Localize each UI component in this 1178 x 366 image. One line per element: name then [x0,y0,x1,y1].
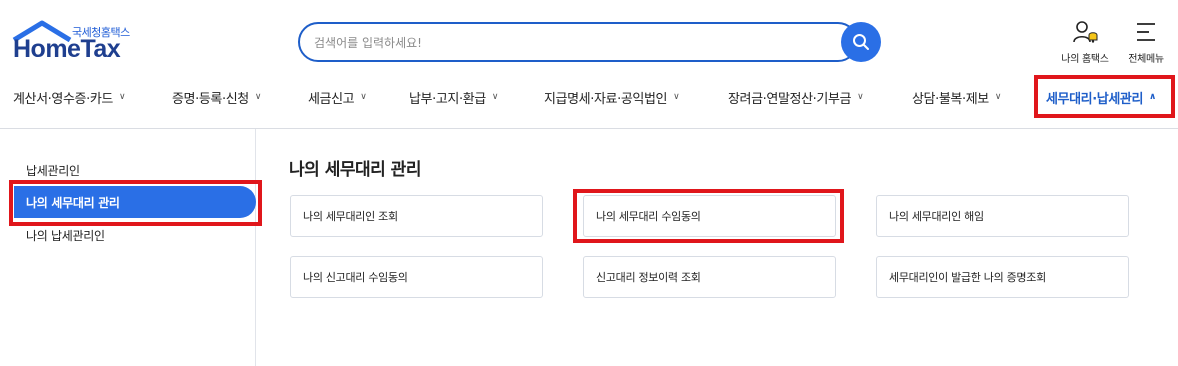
nav-item-payment-statement[interactable]: 지급명세·자료·공익법인 ∨ [544,80,680,114]
card-agent-issued-certificate[interactable]: 세무대리인이 발급한 나의 증명조회 [876,256,1129,298]
chevron-down-icon: ∨ [360,92,367,102]
nav-label: 계산서·영수증·카드 [13,91,113,107]
nav-item-invoice[interactable]: 계산서·영수증·카드 ∨ [13,80,126,114]
search-bar [298,22,881,62]
nav-item-consultation[interactable]: 상담·불복·제보 ∨ [912,80,1001,114]
card-label: 나의 세무대리인 조회 [303,210,398,223]
sidebar-item-label: 나의 세무대리 관리 [26,195,120,210]
my-hometax-label: 나의 홈택스 [1061,54,1109,65]
chevron-down-icon: ∨ [673,92,680,102]
card-label: 세무대리인이 발급한 나의 증명조회 [889,271,1046,284]
sidebar-item-my-tax-manager[interactable]: 나의 납세관리인 [26,227,105,244]
nav-label: 세무대리·납세관리 [1046,91,1144,107]
chevron-down-icon: ∨ [994,92,1002,102]
card-label: 나의 세무대리 수임동의 [596,210,701,223]
hamburger-menu-icon [1137,23,1155,41]
card-label: 나의 세무대리인 해임 [889,210,984,223]
chevron-down-icon: ∨ [254,92,262,102]
nav-item-certificates[interactable]: 증명·등록·신청 ∨ [172,80,261,114]
sidebar-item-tax-manager[interactable]: 납세관리인 [26,162,80,179]
card-agent-dismissal[interactable]: 나의 세무대리인 해임 [876,195,1129,237]
nav-label: 증명·등록·신청 [172,91,249,107]
search-icon [853,34,869,50]
card-label: 나의 신고대리 수임동의 [303,271,408,284]
nav-item-incentives[interactable]: 장려금·연말정산·기부금 ∨ [728,80,864,114]
chevron-down-icon: ∨ [857,92,864,102]
user-bell-icon [1073,21,1098,43]
card-agent-inquiry[interactable]: 나의 세무대리인 조회 [290,195,543,237]
search-input[interactable] [314,34,834,52]
hometax-page: 국세청홈택스 HomeTax 나의 홈택스 전체메뉴 [0,0,1178,366]
nav-item-tax-agent[interactable]: 세무대리·납세관리 ∧ [1046,80,1156,114]
card-label: 신고대리 정보이력 조회 [596,271,701,284]
all-menu-button[interactable]: 전체메뉴 [1116,20,1176,65]
nav-item-payment[interactable]: 납부·고지·환급 ∨ [409,80,498,114]
chevron-down-icon: ∨ [118,92,126,102]
hometax-logo[interactable]: 국세청홈택스 HomeTax [12,20,142,64]
nav-label: 장려금·연말정산·기부금 [728,91,852,107]
search-box [298,22,858,62]
card-agent-consent[interactable]: 나의 세무대리 수임동의 [583,195,836,237]
sidebar-item-my-tax-agent[interactable]: 나의 세무대리 관리 [14,186,256,218]
main-nav: 계산서·영수증·카드 ∨ 증명·등록·신청 ∨ 세금신고 ∨ 납부·고지·환급 ∨ 지급… [0,80,1178,114]
all-menu-label: 전체메뉴 [1128,54,1164,65]
search-button[interactable] [841,22,881,62]
nav-label: 상담·불복·제보 [912,91,989,107]
chevron-down-icon: ∨ [491,92,499,102]
card-report-agent-history[interactable]: 신고대리 정보이력 조회 [583,256,836,298]
nav-label: 지급명세·자료·공익법인 [544,91,668,107]
nav-label: 세금신고 [308,91,355,107]
my-hometax-button[interactable]: 나의 홈택스 [1055,20,1115,65]
logo-english-text: HomeTax [13,35,121,63]
nav-item-tax-report[interactable]: 세금신고 ∨ [308,80,367,114]
page-title: 나의 세무대리 관리 [289,160,421,180]
card-report-agent-consent[interactable]: 나의 신고대리 수임동의 [290,256,543,298]
nav-label: 납부·고지·환급 [409,91,486,107]
chevron-up-icon: ∧ [1149,92,1156,102]
